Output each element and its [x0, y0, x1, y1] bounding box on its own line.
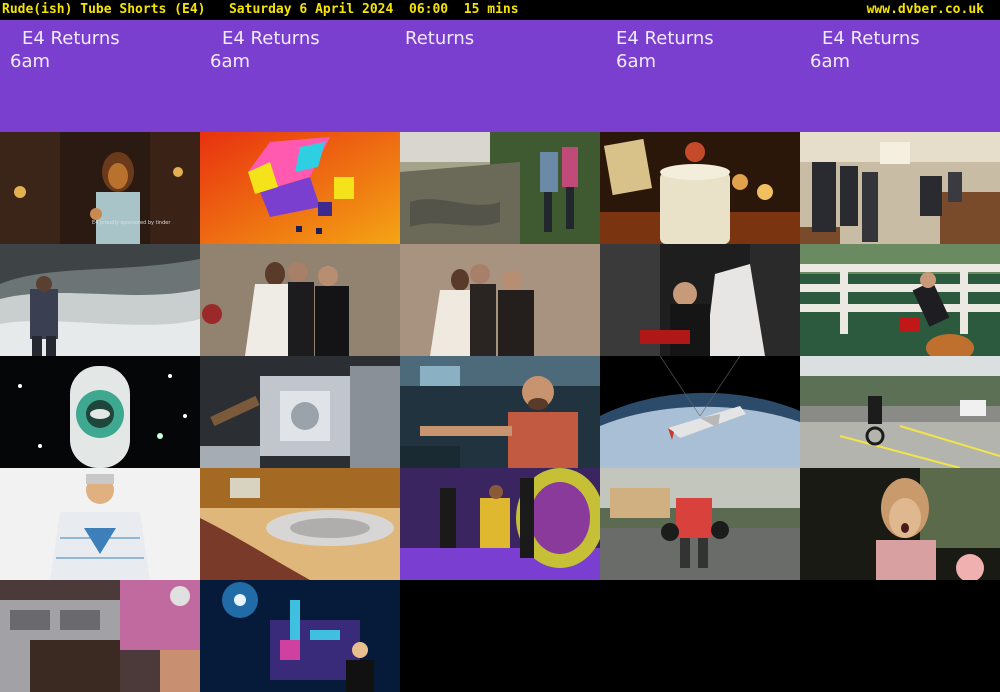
title-card-line1: E4 Returns	[222, 28, 320, 49]
top-bar: Rude(ish) Tube Shorts (E4) Saturday 6 Ap…	[0, 0, 1000, 20]
title-card-line1: E4 Returns	[616, 28, 714, 49]
title-card-line1: E4 Returns	[822, 28, 920, 49]
thumbnail-wedding-couple-2[interactable]	[400, 244, 600, 356]
thumbnail-wedding-couple[interactable]	[200, 244, 400, 356]
thumbnail-fryer[interactable]	[0, 580, 200, 692]
title-card-4[interactable]: E4 Returns 6am	[600, 20, 800, 132]
thumbnail-wedding-cake[interactable]	[600, 132, 800, 244]
thumbnail-purple-stage[interactable]	[400, 468, 600, 580]
thumbnail-dancer[interactable]: E4 proudly sponsored by tinder	[0, 132, 200, 244]
sponsor-caption: E4 proudly sponsored by tinder	[92, 220, 171, 226]
thumbnail-fence-jump[interactable]	[800, 244, 1000, 356]
thumbnail-costume-man[interactable]	[0, 468, 200, 580]
title-card-line2: 6am	[616, 51, 657, 72]
thumbnail-church-aisle[interactable]	[800, 132, 1000, 244]
programme-info: Rude(ish) Tube Shorts (E4) Saturday 6 Ap…	[2, 2, 519, 17]
title-card-line1: E4 Returns	[22, 28, 120, 49]
thumbnail-record-player[interactable]	[200, 468, 400, 580]
title-card-line2: 6am	[210, 51, 251, 72]
thumbnail-unicycle[interactable]	[800, 356, 1000, 468]
title-card-line2: 6am	[10, 51, 51, 72]
thumbnail-robot-car[interactable]	[600, 468, 800, 580]
thumbnail-grid: E4 Returns 6am E4 Returns 6am Returns E4…	[0, 20, 1000, 692]
site-link[interactable]: www.dvber.co.uk	[867, 0, 984, 20]
title-card-3[interactable]: Returns	[400, 20, 600, 132]
thumbnail-signing-stage[interactable]	[200, 580, 400, 692]
title-card-1[interactable]: E4 Returns 6am	[0, 20, 200, 132]
thumbnail-space-station[interactable]	[200, 356, 400, 468]
thumbnail-stormy-sea[interactable]	[0, 244, 200, 356]
thumbnail-wedding-kiss[interactable]	[600, 244, 800, 356]
thumbnail-space-shuttle[interactable]	[600, 356, 800, 468]
title-card-line1: Returns	[405, 28, 475, 49]
title-card-2[interactable]: E4 Returns 6am	[200, 20, 400, 132]
thumbnail-e4-logo[interactable]	[200, 132, 400, 244]
thumbnail-rocket-toy[interactable]	[0, 356, 200, 468]
title-card-5[interactable]: E4 Returns 6am	[800, 20, 1000, 132]
thumbnail-surprised-woman[interactable]	[800, 468, 1000, 580]
title-card-line2: 6am	[810, 51, 851, 72]
thumbnail-astronaut-guitar[interactable]	[400, 356, 600, 468]
thumbnail-muddy-hikers[interactable]	[400, 132, 600, 244]
